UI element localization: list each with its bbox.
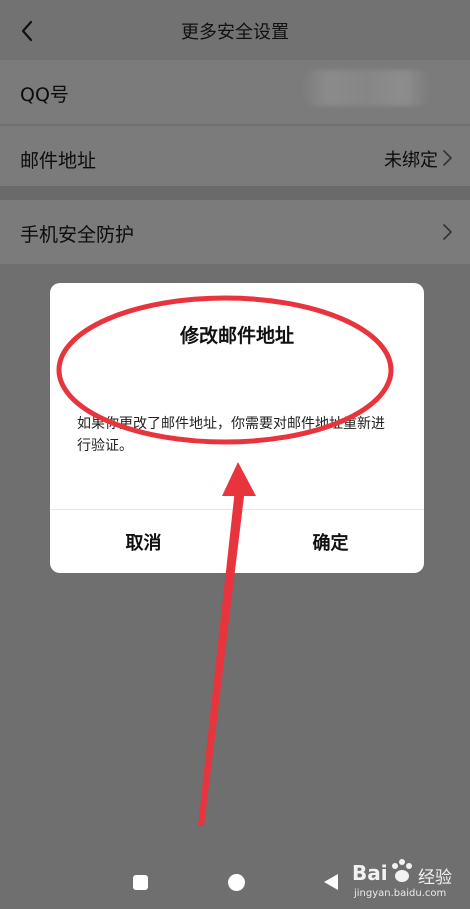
- cancel-button[interactable]: 取消: [50, 510, 237, 573]
- row-label-email: 邮件地址: [20, 150, 97, 172]
- row-label-qq: QQ号: [20, 84, 69, 106]
- dialog-title: 修改邮件地址: [179, 325, 294, 347]
- watermark-brand-prefix: Bai: [352, 861, 388, 885]
- blurred-qq-value: [302, 70, 430, 106]
- dialog-message: 如果你更改了邮件地址，你需要对邮件地址重新进行验证。: [77, 416, 385, 454]
- chevron-right-icon: [443, 150, 452, 166]
- paw-icon: [392, 859, 412, 882]
- header-bar: 更多安全设置: [0, 0, 470, 60]
- row-qq-number[interactable]: QQ号: [0, 60, 470, 124]
- recent-apps-button[interactable]: [133, 875, 148, 890]
- baidu-watermark: Bai 经验 jingyan.baidu.com: [350, 855, 468, 905]
- page-title: 更多安全设置: [181, 22, 289, 43]
- screen: 更多安全设置 QQ号 邮件地址 未绑定 手机安全防护 修改邮件地址 如果你更改了…: [0, 0, 470, 909]
- row-label-phone: 手机安全防护: [20, 224, 135, 246]
- edit-email-dialog: 修改邮件地址 如果你更改了邮件地址，你需要对邮件地址重新进行验证。 取消 确定: [50, 283, 424, 573]
- watermark-brand-suffix: 经验: [418, 868, 452, 888]
- section-gap: [0, 186, 470, 200]
- confirm-button[interactable]: 确定: [237, 510, 424, 573]
- row-value-email: 未绑定: [384, 150, 438, 171]
- system-back-button[interactable]: [324, 874, 338, 890]
- watermark-url: jingyan.baidu.com: [354, 888, 447, 899]
- row-phone-protection[interactable]: 手机安全防护: [0, 200, 470, 264]
- chevron-right-icon: [443, 224, 452, 240]
- home-button[interactable]: [228, 874, 245, 891]
- row-email-address[interactable]: 邮件地址 未绑定: [0, 126, 470, 188]
